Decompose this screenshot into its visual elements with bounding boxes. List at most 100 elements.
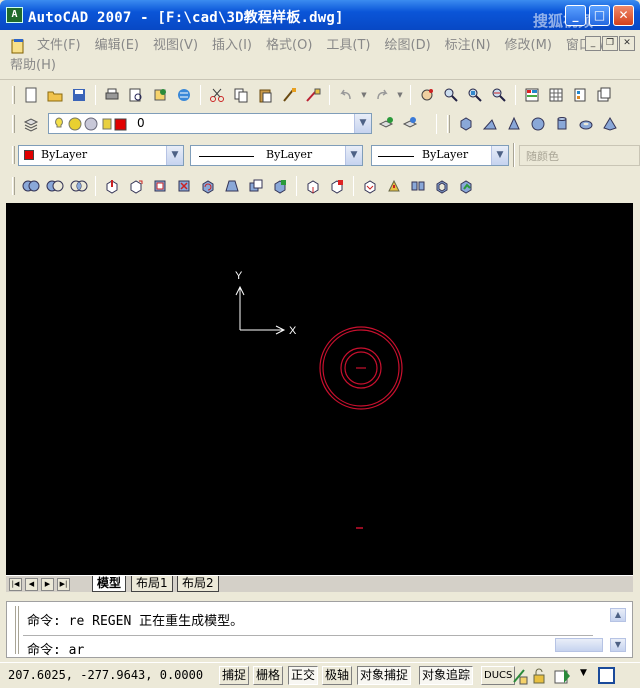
match-properties-button[interactable] xyxy=(278,84,300,106)
pyramid-button[interactable] xyxy=(599,113,621,135)
first-tab-button[interactable]: |◀ xyxy=(9,578,22,591)
delete-faces-button[interactable] xyxy=(173,175,195,197)
command-input[interactable]: 命令: ar xyxy=(27,639,84,658)
shell-button[interactable] xyxy=(431,175,453,197)
menu-view[interactable]: 视图(V) xyxy=(146,37,205,55)
toolbar-grip[interactable] xyxy=(12,86,15,104)
properties-button[interactable] xyxy=(521,84,543,106)
dimension-scale-icon[interactable] xyxy=(510,667,528,685)
next-tab-button[interactable]: ▶ xyxy=(41,578,54,591)
cone-button[interactable] xyxy=(503,113,525,135)
linetype-dropdown-arrow[interactable]: ▼ xyxy=(345,146,362,165)
grid-toggle[interactable]: 栅格 xyxy=(253,666,284,685)
doc-close-button[interactable]: ✕ xyxy=(619,36,635,51)
layer-manager-button[interactable] xyxy=(20,113,42,135)
redo-button[interactable] xyxy=(371,84,393,106)
clean-screen-button[interactable] xyxy=(598,667,615,684)
command-scroll-thumb[interactable] xyxy=(555,638,603,652)
undo-button[interactable] xyxy=(335,84,357,106)
linetype-dropdown[interactable]: ByLayer ▼ xyxy=(190,145,363,166)
menu-dimension[interactable]: 标注(N) xyxy=(438,37,498,55)
color-dropdown-arrow[interactable]: ▼ xyxy=(166,146,183,165)
menu-modify[interactable]: 修改(M) xyxy=(498,37,559,55)
comm-center-icon[interactable] xyxy=(553,667,573,685)
plot-preview-button[interactable] xyxy=(125,84,147,106)
otrack-toggle[interactable]: 对象追踪 xyxy=(419,666,474,685)
command-window-grip[interactable] xyxy=(15,606,19,654)
toolbar-grip[interactable] xyxy=(447,115,450,133)
move-faces-button[interactable] xyxy=(125,175,147,197)
make-layer-current-button[interactable] xyxy=(375,113,397,135)
sheet-set-button[interactable] xyxy=(593,84,615,106)
drawing-canvas[interactable]: Y X xyxy=(6,203,633,575)
tab-layout1[interactable]: 布局1 xyxy=(131,576,173,592)
toolbar-grip[interactable] xyxy=(12,146,15,164)
color-dropdown[interactable]: ByLayer ▼ xyxy=(18,145,184,166)
save-button[interactable] xyxy=(68,84,90,106)
layer-dropdown[interactable]: 0 ▼ xyxy=(48,113,372,134)
autocad-app-icon[interactable]: A xyxy=(6,7,23,23)
minimize-button[interactable]: _ xyxy=(565,5,586,26)
box-button[interactable] xyxy=(455,113,477,135)
union-button[interactable] xyxy=(20,175,42,197)
toolbar-grip[interactable] xyxy=(12,177,15,195)
tool-palettes-button[interactable] xyxy=(569,84,591,106)
tab-layout2[interactable]: 布局2 xyxy=(177,576,219,592)
open-button[interactable] xyxy=(44,84,66,106)
torus-button[interactable] xyxy=(575,113,597,135)
polar-toggle[interactable]: 极轴 xyxy=(322,666,353,685)
copy-button[interactable] xyxy=(230,84,252,106)
offset-faces-button[interactable] xyxy=(149,175,171,197)
status-menu-arrow[interactable]: ▼ xyxy=(580,668,587,678)
doc-restore-button[interactable]: ❐ xyxy=(602,36,618,51)
snap-toggle[interactable]: 捕捉 xyxy=(219,666,250,685)
vertical-scrollbar[interactable] xyxy=(633,203,640,575)
close-button[interactable]: ✕ xyxy=(613,5,634,26)
intersect-button[interactable] xyxy=(68,175,90,197)
undo-dropdown[interactable]: ▼ xyxy=(359,84,369,106)
menu-format[interactable]: 格式(O) xyxy=(259,37,319,55)
zoom-previous-button[interactable] xyxy=(488,84,510,106)
check-button[interactable] xyxy=(455,175,477,197)
zoom-realtime-button[interactable] xyxy=(440,84,462,106)
concentric-circles[interactable] xyxy=(319,326,403,410)
cursor-coordinates[interactable]: 207.6025, -277.9643, 0.0000 xyxy=(8,668,203,682)
extrude-faces-button[interactable] xyxy=(101,175,123,197)
subtract-button[interactable] xyxy=(44,175,66,197)
wedge-button[interactable] xyxy=(479,113,501,135)
imprint-button[interactable] xyxy=(359,175,381,197)
menu-draw[interactable]: 绘图(D) xyxy=(378,37,438,55)
redo-dropdown[interactable]: ▼ xyxy=(395,84,405,106)
lineweight-dropdown-arrow[interactable]: ▼ xyxy=(491,146,508,165)
document-icon[interactable] xyxy=(10,38,26,54)
pan-button[interactable] xyxy=(416,84,438,106)
layer-dropdown-arrow[interactable]: ▼ xyxy=(354,114,371,133)
3d-dwf-button[interactable] xyxy=(173,84,195,106)
separate-button[interactable] xyxy=(407,175,429,197)
menu-insert[interactable]: 插入(I) xyxy=(205,37,259,55)
layer-previous-button[interactable] xyxy=(399,113,421,135)
cylinder-button[interactable] xyxy=(551,113,573,135)
paste-button[interactable] xyxy=(254,84,276,106)
tab-model[interactable]: 模型 xyxy=(92,576,127,592)
publish-button[interactable] xyxy=(149,84,171,106)
menu-file[interactable]: 文件(F) xyxy=(30,37,88,55)
plot-button[interactable] xyxy=(101,84,123,106)
menu-tools[interactable]: 工具(T) xyxy=(319,37,377,55)
horizontal-scrollbar[interactable] xyxy=(236,579,631,591)
copy-faces-button[interactable] xyxy=(245,175,267,197)
maximize-button[interactable]: □ xyxy=(589,5,610,26)
block-editor-button[interactable] xyxy=(302,84,324,106)
lineweight-dropdown[interactable]: ByLayer ▼ xyxy=(371,145,509,166)
last-tab-button[interactable]: ▶| xyxy=(57,578,70,591)
menu-edit[interactable]: 编辑(E) xyxy=(88,37,146,55)
rotate-faces-button[interactable] xyxy=(197,175,219,197)
color-edges-button[interactable] xyxy=(326,175,348,197)
new-button[interactable] xyxy=(20,84,42,106)
color-faces-button[interactable] xyxy=(269,175,291,197)
doc-minimize-button[interactable]: _ xyxy=(585,36,601,51)
osnap-toggle[interactable]: 对象捕捉 xyxy=(357,666,412,685)
taper-faces-button[interactable] xyxy=(221,175,243,197)
menu-help[interactable]: 帮助(H) xyxy=(10,58,56,73)
zoom-window-button[interactable] xyxy=(464,84,486,106)
